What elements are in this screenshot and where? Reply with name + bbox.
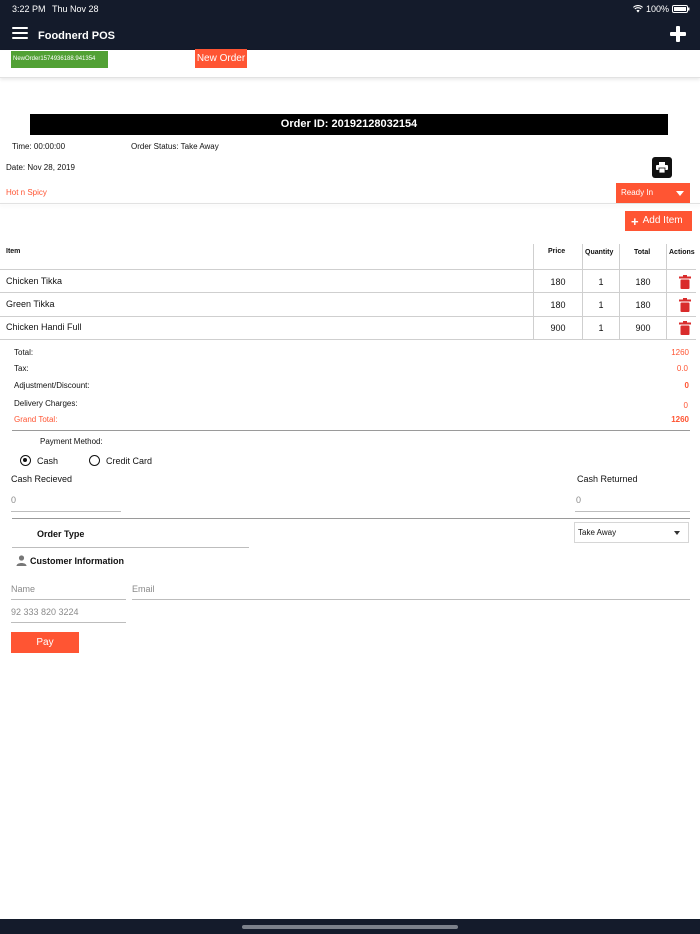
chevron-down-icon	[674, 531, 680, 535]
customer-info-heading: Customer Information	[30, 556, 125, 566]
table-cell-total: 180	[635, 300, 651, 310]
status-indicators: 100%	[632, 4, 690, 14]
grand-total-label: Grand Total:	[14, 415, 58, 424]
grand-total-value: 1260	[671, 415, 689, 424]
payment-method-label: Payment Method:	[40, 437, 103, 446]
total-value: 1260	[671, 348, 689, 357]
cash-radio[interactable]	[20, 455, 31, 466]
adjustment-value[interactable]: 0	[629, 381, 689, 390]
user-icon	[16, 555, 27, 566]
chevron-down-icon	[676, 191, 684, 196]
delivery-label: Delivery Charges:	[14, 399, 78, 408]
trash-icon[interactable]	[679, 275, 691, 289]
divider	[12, 518, 690, 519]
divider	[12, 547, 249, 548]
table-cell-quantity[interactable]: 1	[583, 277, 619, 287]
adjustment-label: Adjustment/Discount:	[14, 381, 90, 390]
order-id-banner: Order ID: 20192128032154	[30, 114, 668, 135]
cash-returned-underline	[575, 511, 690, 512]
column-header-item: Item	[6, 248, 21, 255]
tax-value: 0.0	[676, 364, 688, 373]
column-header-price: Price	[548, 248, 566, 255]
cash-received-input[interactable]: 0	[11, 495, 16, 505]
wifi-icon	[632, 5, 643, 13]
trash-icon[interactable]	[679, 321, 691, 335]
menu-icon[interactable]	[12, 27, 28, 39]
total-label: Total:	[14, 348, 34, 357]
table-cell-item: Chicken Tikka	[6, 276, 63, 286]
column-header-quantity: Quantity	[585, 249, 614, 256]
table-cell-item: Green Tikka	[6, 299, 55, 309]
credit-card-radio-label: Credit Card	[106, 456, 153, 466]
order-status: Order Status: Take Away	[131, 142, 219, 151]
name-underline	[11, 599, 126, 600]
tax-label: Tax:	[14, 364, 29, 373]
plus-icon: +	[631, 213, 639, 229]
add-item-label: Add Item	[642, 215, 683, 226]
phone-input[interactable]: 92 333 820 3224	[11, 607, 79, 617]
print-button[interactable]	[652, 157, 672, 178]
top-bar	[0, 0, 700, 50]
table-cell-total: 900	[635, 323, 651, 333]
order-type-select[interactable]: Take Away	[574, 522, 689, 543]
ready-status-value: Ready In	[621, 188, 654, 197]
tab-active-order[interactable]: NewOrder1574936188.941354	[11, 51, 108, 68]
row-divider	[0, 339, 696, 340]
status-time: 3:22 PM	[12, 4, 46, 14]
app-title: Foodnerd POS	[38, 30, 115, 42]
table-cell-price: 180	[550, 277, 566, 287]
email-underline	[132, 599, 690, 600]
name-input[interactable]: Name	[11, 584, 35, 594]
battery-icon	[672, 5, 690, 13]
trash-icon[interactable]	[679, 298, 691, 312]
divider	[0, 203, 700, 204]
order-time: Time: 00:00:00	[12, 142, 66, 151]
cash-received-label: Cash Recieved	[11, 474, 73, 484]
add-item-button[interactable]: + Add Item	[625, 211, 692, 231]
battery-percent: 100%	[645, 4, 669, 14]
order-type-label: Order Type	[37, 529, 85, 539]
cash-received-underline	[11, 511, 121, 512]
column-header-total: Total	[634, 249, 651, 256]
table-cell-price: 900	[550, 323, 566, 333]
cash-radio-label: Cash	[37, 456, 59, 466]
order-date: Date: Nov 28, 2019	[6, 163, 75, 172]
cash-returned-label: Cash Returned	[577, 474, 638, 484]
add-icon[interactable]	[670, 26, 686, 42]
home-indicator[interactable]	[242, 925, 458, 929]
restaurant-name: Hot n Spicy	[6, 188, 47, 197]
printer-icon	[656, 162, 668, 173]
table-cell-item: Chicken Handi Full	[6, 322, 82, 332]
phone-underline	[11, 622, 126, 623]
row-divider	[0, 292, 696, 293]
credit-card-radio[interactable]	[89, 455, 100, 466]
table-cell-quantity[interactable]: 1	[583, 323, 619, 333]
email-input[interactable]: Email	[132, 584, 155, 594]
ready-status-dropdown[interactable]: Ready In	[616, 183, 690, 203]
divider	[12, 430, 690, 431]
table-cell-price: 180	[550, 300, 566, 310]
cash-returned-input[interactable]: 0	[576, 495, 581, 505]
order-type-value: Take Away	[578, 528, 617, 537]
table-cell-quantity[interactable]: 1	[583, 300, 619, 310]
row-divider	[0, 316, 696, 317]
column-header-actions: Actions	[669, 249, 695, 256]
pay-button[interactable]: Pay	[11, 632, 79, 653]
row-divider	[0, 269, 696, 270]
status-date: Thu Nov 28	[52, 4, 99, 14]
delivery-value[interactable]: 0	[628, 401, 688, 410]
table-cell-total: 180	[635, 277, 651, 287]
new-order-button[interactable]: New Order	[195, 49, 247, 68]
